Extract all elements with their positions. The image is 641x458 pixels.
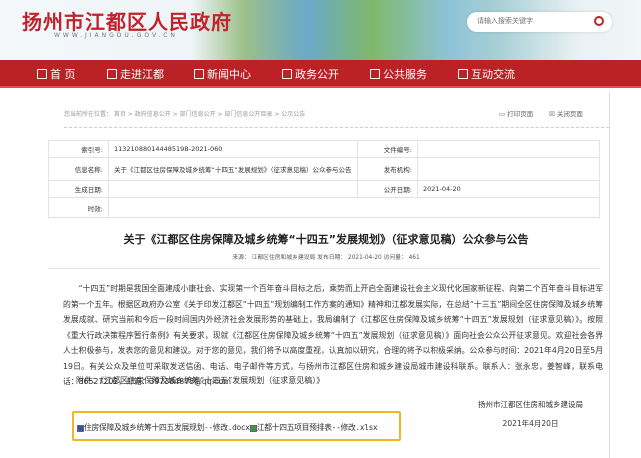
index-label: 索引号: [48, 140, 109, 158]
org-value [417, 157, 600, 181]
docno-value [417, 140, 600, 158]
created-label: 生成日期: [48, 180, 109, 198]
nav-label: 互动交流 [471, 68, 515, 81]
site-url: WWW.JIANGDU.GOV.CN [54, 32, 178, 39]
divider [64, 127, 609, 128]
nav-service[interactable]: 公共服务 [370, 66, 427, 82]
nav-label: 公共服务 [383, 68, 427, 81]
main-nav: 首 页 走进江都 新闻中心 政务公开 公共服务 互动交流 [0, 60, 641, 88]
site-logo[interactable]: 扬州市江都区人民政府 [22, 6, 232, 35]
sign-date: 2021年4月20日 [502, 419, 559, 428]
signature: 扬州市江都区住房和城乡建设局 2021年4月20日 [478, 395, 583, 433]
nav-label: 走进江都 [120, 68, 164, 81]
nav-label: 新闻中心 [207, 68, 251, 81]
open-icon [282, 69, 292, 79]
header-banner: 扬州市江都区人民政府 WWW.JIANGDU.GOV.CN [0, 0, 641, 60]
briefcase-icon [370, 69, 380, 79]
search-box [467, 12, 612, 32]
attachment-link[interactable]: 江都十四五项目预排表--修改.xlsx [257, 423, 378, 432]
signer: 扬州市江都区住房和城乡建设局 [478, 400, 583, 409]
info-table: 索引号: 11321088014448519B-2021-060 文件编号: 信息名… [48, 140, 600, 218]
pub-label: 公开日期: [357, 180, 418, 198]
nav-about[interactable]: 走进江都 [107, 66, 164, 82]
created-value [108, 180, 358, 198]
name-value: 关于《江都区住房保障及城乡统筹“十四五”发展规划》（征求意见稿）公众参与公告 [108, 157, 358, 181]
nav-label: 首 页 [50, 68, 76, 81]
news-icon [194, 69, 204, 79]
breadcrumb[interactable]: 您当前所在位置： 首页 > 政府信息公开 > 部门信息公开 > 部门信息公开目录… [64, 109, 305, 118]
nav-home[interactable]: 首 页 [37, 66, 76, 82]
nav-open[interactable]: 政务公开 [282, 66, 339, 82]
org-label: 发布机构: [357, 157, 418, 181]
badge-icon [107, 69, 117, 79]
nav-label: 政务公开 [295, 68, 339, 81]
attachments-box: 住房保障及城乡统筹十四五发展规划--修改.docx 江都十四五项目预排表--修改.… [72, 411, 401, 441]
nav-interact[interactable]: 互动交流 [458, 66, 515, 82]
pub-value: 2021-04-20 [417, 180, 600, 198]
valid-label: 时效: [48, 197, 109, 218]
print-label: 打印页面 [507, 110, 534, 118]
article-body: “十四五”时期是我国全面建成小康社会、实现第一个百年奋斗目标之后，乘势而上开启全… [63, 284, 603, 386]
word-file-icon [77, 424, 84, 432]
print-button[interactable]: ▭ 打印页面 [499, 108, 533, 118]
article-title: 关于《江都区住房保障及城乡统筹“十四五”发展规划》（征求意见稿）公众参与公告 [123, 233, 529, 246]
chat-icon [458, 69, 468, 79]
docno-label: 文件编号: [357, 140, 418, 158]
excel-file-icon [249, 424, 257, 432]
home-icon [37, 69, 47, 79]
close-label: 关闭页面 [556, 110, 583, 118]
divider [48, 268, 600, 269]
search-input[interactable] [477, 17, 587, 25]
attachment-link[interactable]: 住房保障及城乡统筹十四五发展规划--修改.docx [84, 423, 250, 432]
index-value: 11321088014448519B-2021-060 [108, 140, 358, 158]
article-meta: 来源： 江都区住房和城乡建设局 发布日期： 2021-04-20 访问量： 46… [232, 255, 420, 261]
annex-text: 附件：《江都区住房保障及城乡统筹“十四五”发展规划（征求意见稿）》 [76, 376, 325, 385]
valid-value [108, 197, 600, 218]
name-label: 信息名称: [48, 157, 109, 181]
search-icon[interactable] [594, 16, 604, 26]
close-page-button[interactable]: ☒ 关闭页面 [549, 108, 583, 118]
nav-news[interactable]: 新闻中心 [194, 66, 251, 82]
